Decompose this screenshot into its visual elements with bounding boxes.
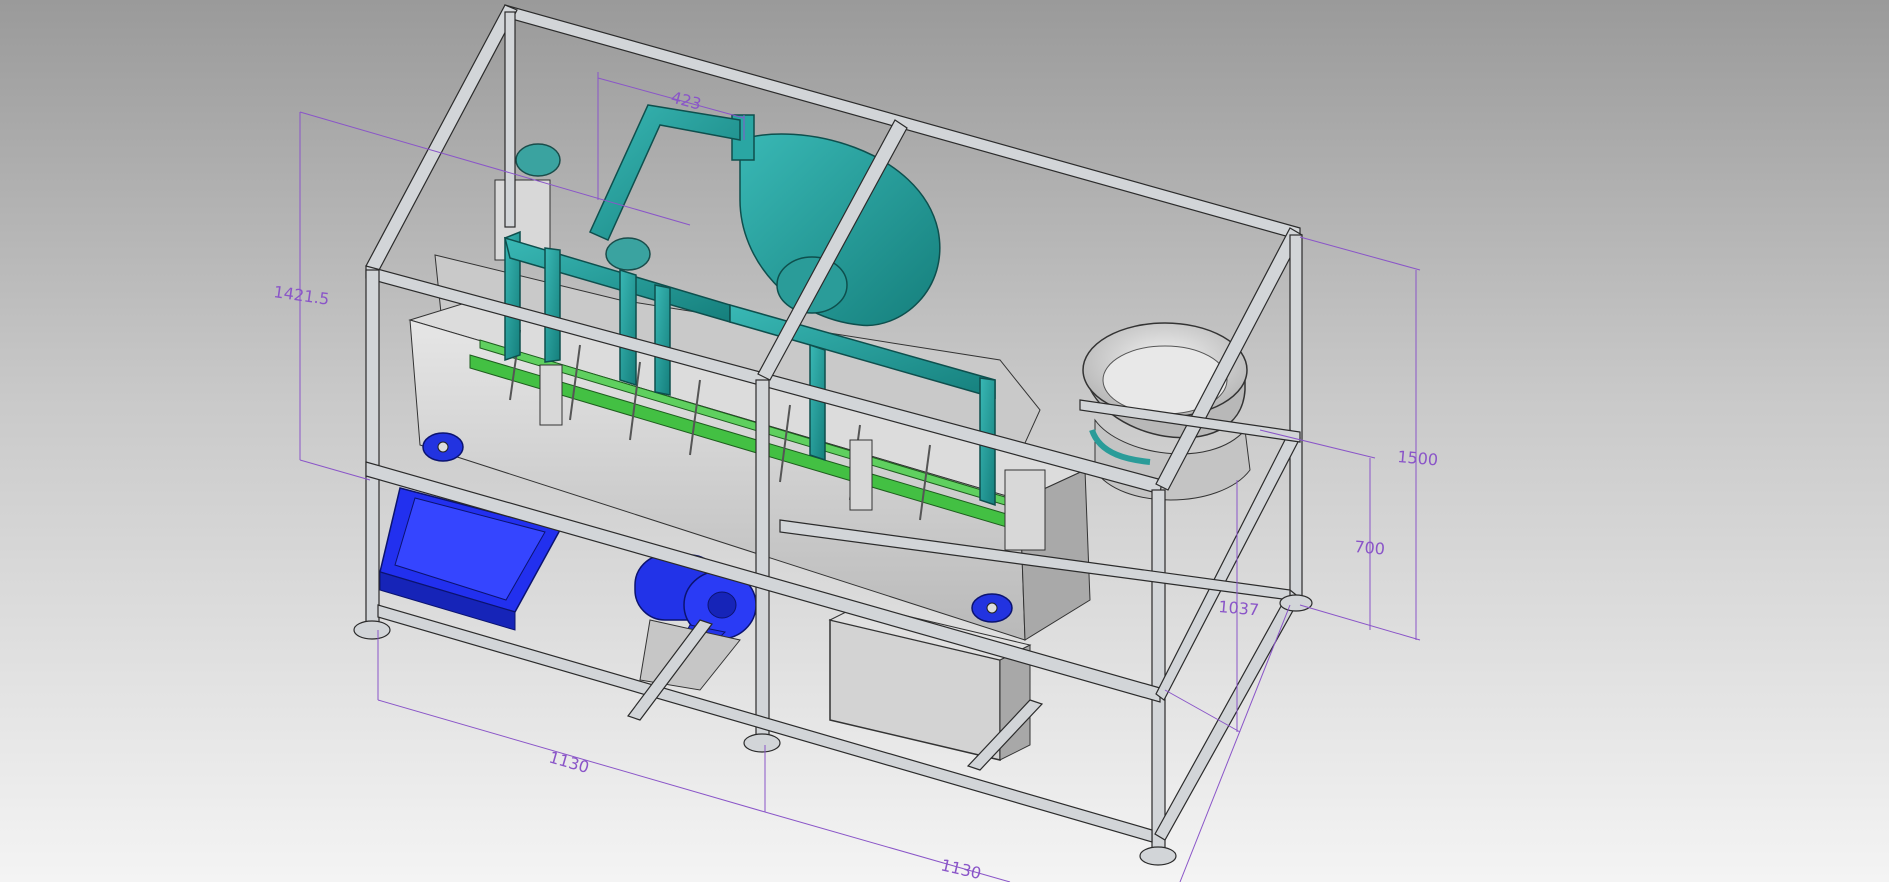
gear-motor-left bbox=[515, 143, 561, 177]
top-rail-left bbox=[365, 4, 518, 273]
cad-viewport[interactable]: 423 1421.5 1500 700 1037 1130 1130 bbox=[0, 0, 1889, 882]
foot-middle bbox=[743, 733, 781, 753]
dim-1130-a-label: 1130 bbox=[547, 748, 591, 777]
dim-1421-5-label: 1421.5 bbox=[272, 282, 330, 309]
dim-1037-label: 1037 bbox=[1218, 597, 1260, 619]
dim-700-label: 700 bbox=[1354, 537, 1386, 559]
foot-back-right bbox=[1279, 594, 1313, 612]
leg-front-middle bbox=[755, 379, 770, 739]
leg-front-right bbox=[1151, 489, 1166, 851]
leg-back-right bbox=[1289, 234, 1303, 598]
foot-left bbox=[353, 620, 391, 640]
dim-1130-b-label: 1130 bbox=[939, 855, 983, 882]
leg-back-left bbox=[504, 11, 516, 228]
foot-right bbox=[1139, 846, 1177, 866]
dim-1500-label: 1500 bbox=[1397, 447, 1439, 469]
leg-front-left bbox=[365, 269, 380, 626]
gear-motor-center bbox=[605, 237, 651, 271]
bottom-rail-right bbox=[1154, 589, 1301, 841]
